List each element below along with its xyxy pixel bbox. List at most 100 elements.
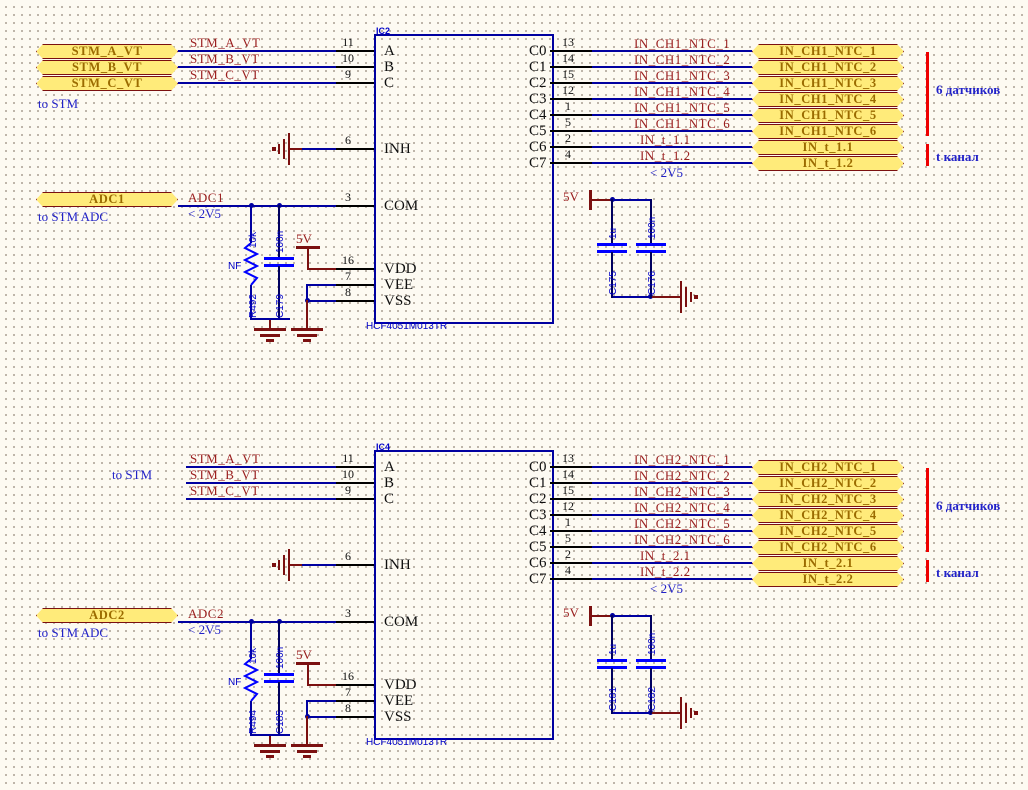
pin-wire-com bbox=[334, 205, 374, 207]
resistor-fit-r492: NF bbox=[228, 261, 242, 272]
pin-num-7: 7 bbox=[345, 269, 351, 283]
pin-num-8: 8 bbox=[345, 285, 351, 299]
cap-value-c176: 100n bbox=[647, 216, 658, 239]
note-limit-ch2: < 2V5 bbox=[650, 581, 683, 596]
flag-label: STM_A_VT bbox=[71, 44, 143, 58]
port-flag-t-2-2[interactable]: IN_t_2.2 bbox=[752, 572, 904, 587]
net-label-ch1-3: IN_CH1_NTC_3 bbox=[634, 68, 731, 83]
resistor-r494[interactable] bbox=[242, 658, 260, 702]
port-flag-ch1-ntc-1[interactable]: IN_CH1_NTC_1 bbox=[752, 44, 904, 59]
cap-value-c175: 1u bbox=[608, 227, 619, 239]
net-label-stm-a-2: STM_A_VT bbox=[190, 451, 261, 466]
pin-num-11: 11 bbox=[342, 35, 354, 49]
net-label-ch1-6: IN_CH1_NTC_6 bbox=[634, 116, 731, 131]
capacitor-c185[interactable]: 100n C185 bbox=[264, 621, 294, 736]
net-label-ch2-6: IN_CH2_NTC_6 bbox=[634, 532, 731, 547]
port-flag-t-2-1[interactable]: IN_t_2.1 bbox=[752, 556, 904, 571]
pin-num-3: 3 bbox=[345, 190, 351, 204]
pin-num-6-2: 6 bbox=[345, 549, 351, 563]
gnd-wire-vss bbox=[306, 300, 308, 322]
pin-wire-inh bbox=[334, 148, 374, 150]
port-flag-ch1-ntc-4[interactable]: IN_CH1_NTC_4 bbox=[752, 92, 904, 107]
cap-value-c181: 1u bbox=[608, 643, 619, 655]
flag-label: IN_CH1_NTC_2 bbox=[779, 60, 877, 74]
pin-label-c2-2: C2 bbox=[529, 491, 547, 507]
capacitor-c179[interactable]: 100n C179 bbox=[264, 205, 294, 320]
resistor-r492[interactable] bbox=[242, 242, 260, 286]
note-to-stm-2: to STM bbox=[112, 467, 153, 482]
pin-num-8-2: 8 bbox=[345, 701, 351, 715]
net-label-t21: IN_t_2.1 bbox=[640, 548, 691, 563]
flag-label: STM_B_VT bbox=[71, 60, 143, 74]
ic-value-ic2: HCF4051M013TR bbox=[366, 321, 448, 332]
port-flag-ch2-ntc-4[interactable]: IN_CH2_NTC_4 bbox=[752, 508, 904, 523]
ground-symbol-filter bbox=[254, 320, 286, 342]
port-flag-adc2[interactable]: ADC2 bbox=[36, 608, 178, 623]
ic-ref-ic2: IC2 bbox=[376, 26, 391, 36]
port-flag-stm-b-vt[interactable]: STM_B_VT bbox=[36, 60, 178, 75]
capacitor-c175[interactable]: 1u C175 bbox=[597, 199, 627, 298]
pin-num-5-2: 5 bbox=[565, 531, 571, 545]
pin-num-2-2: 2 bbox=[565, 547, 571, 561]
pin-label-com: COM bbox=[384, 198, 419, 214]
net-label-stm-c-2: STM_C_VT bbox=[190, 483, 260, 498]
ground-symbol-decap-2 bbox=[680, 697, 698, 729]
brace-sensors-ch1 bbox=[926, 52, 929, 136]
flag-label: IN_t_1.1 bbox=[802, 140, 854, 154]
flag-label: IN_CH2_NTC_5 bbox=[779, 524, 877, 538]
pin-label-c5-2: C5 bbox=[529, 539, 547, 555]
pin-label-c6: C6 bbox=[529, 139, 547, 155]
capacitor-c181[interactable]: 1u C181 bbox=[597, 615, 627, 714]
port-flag-ch1-ntc-3[interactable]: IN_CH1_NTC_3 bbox=[752, 76, 904, 91]
pin-label-a-2: A bbox=[384, 459, 395, 475]
port-flag-ch1-ntc-5[interactable]: IN_CH1_NTC_5 bbox=[752, 108, 904, 123]
pin-label-inh-2: INH bbox=[384, 557, 411, 573]
port-flag-stm-a-vt[interactable]: STM_A_VT bbox=[36, 44, 178, 59]
port-flag-adc1[interactable]: ADC1 bbox=[36, 192, 178, 207]
flag-label: IN_CH1_NTC_5 bbox=[779, 108, 877, 122]
pin-num-16: 16 bbox=[342, 253, 354, 267]
resistor-ref-r494: R494 bbox=[248, 710, 259, 734]
pin-label-c3: C3 bbox=[529, 91, 547, 107]
net-label-ch1-2: IN_CH1_NTC_2 bbox=[634, 52, 731, 67]
port-flag-ch2-ntc-1[interactable]: IN_CH2_NTC_1 bbox=[752, 460, 904, 475]
port-flag-ch1-ntc-2[interactable]: IN_CH1_NTC_2 bbox=[752, 60, 904, 75]
capacitor-c176[interactable]: 100n C176 bbox=[636, 199, 666, 298]
brace-label-tchan-ch2: t канал bbox=[936, 565, 979, 580]
port-flag-ch2-ntc-6[interactable]: IN_CH2_NTC_6 bbox=[752, 540, 904, 555]
pin-label-c7-2: C7 bbox=[529, 571, 547, 587]
pin-label-vee-2: VEE bbox=[384, 693, 414, 709]
ground-symbol-vss bbox=[291, 320, 323, 342]
power-label-5v-vdd-2: 5V bbox=[296, 647, 312, 662]
port-flag-stm-c-vt[interactable]: STM_C_VT bbox=[36, 76, 178, 91]
capacitor-c182[interactable]: 100n C182 bbox=[636, 615, 666, 714]
cap-ref-c179: C179 bbox=[275, 294, 286, 318]
pin-label-c0: C0 bbox=[529, 43, 547, 59]
brace-label-sensors-ch2: 6 датчиков bbox=[936, 498, 1001, 513]
net-label-stm-b-2: STM_B_VT bbox=[190, 467, 260, 482]
pin-wire-inh-2 bbox=[334, 564, 374, 566]
flag-label: IN_CH1_NTC_6 bbox=[779, 124, 877, 138]
net-label-stm-c: STM_C_VT bbox=[190, 67, 260, 82]
port-flag-ch2-ntc-5[interactable]: IN_CH2_NTC_5 bbox=[752, 524, 904, 539]
power-label-5v-decap-2: 5V bbox=[563, 605, 579, 620]
flag-label: IN_CH1_NTC_1 bbox=[779, 44, 877, 58]
gnd-wire-vss-2 bbox=[306, 716, 308, 738]
port-flag-ch2-ntc-3[interactable]: IN_CH2_NTC_3 bbox=[752, 492, 904, 507]
brace-tchan-ch2 bbox=[926, 560, 929, 582]
flag-label: IN_t_2.1 bbox=[802, 556, 854, 570]
power-wire-vdd-2 bbox=[307, 684, 336, 686]
pin-num-10-2: 10 bbox=[342, 467, 354, 481]
net-label-stm-a: STM_A_VT bbox=[190, 35, 261, 50]
pin-num-7-2: 7 bbox=[345, 685, 351, 699]
gnd-wire-inh-2 bbox=[288, 564, 302, 566]
pin-label-vss-2: VSS bbox=[384, 709, 412, 725]
note-to-stm-adc: to STM ADC bbox=[38, 209, 109, 224]
net-label-ch2-1: IN_CH2_NTC_1 bbox=[634, 452, 731, 467]
port-flag-ch2-ntc-2[interactable]: IN_CH2_NTC_2 bbox=[752, 476, 904, 491]
port-flag-t-1-2[interactable]: IN_t_1.2 bbox=[752, 156, 904, 171]
pin-num-3-2: 3 bbox=[345, 606, 351, 620]
port-flag-ch1-ntc-6[interactable]: IN_CH1_NTC_6 bbox=[752, 124, 904, 139]
pin-label-c-2: C bbox=[384, 491, 395, 507]
port-flag-t-1-1[interactable]: IN_t_1.1 bbox=[752, 140, 904, 155]
